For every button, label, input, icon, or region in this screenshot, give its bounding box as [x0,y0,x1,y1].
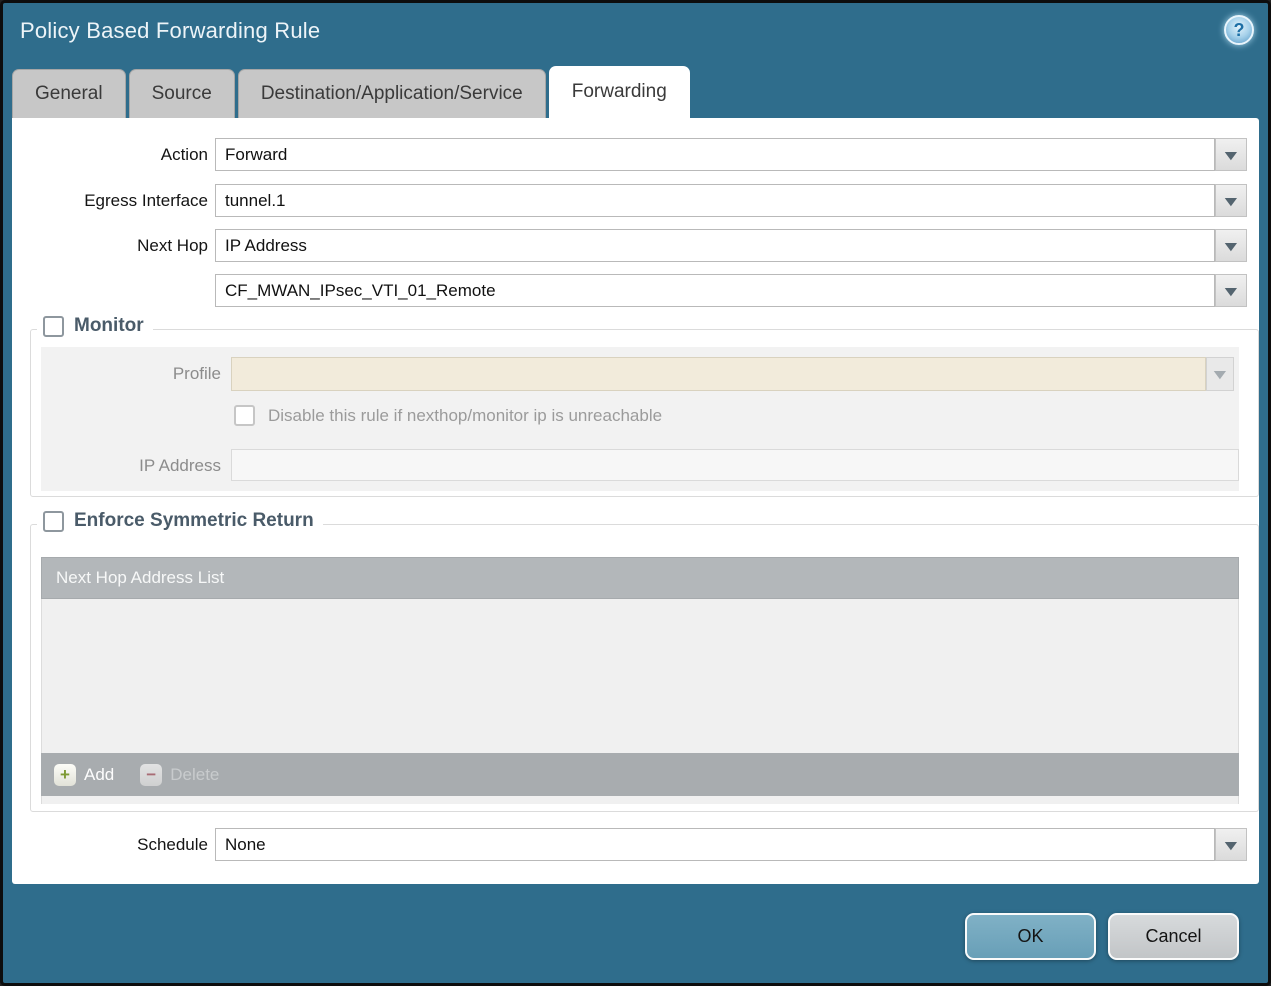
next-hop-address-dropdown[interactable]: CF_MWAN_IPsec_VTI_01_Remote [215,274,1215,307]
monitor-group: Monitor Profile ▼ Disable this rule if n… [30,315,1259,497]
ok-button[interactable]: OK [965,913,1096,960]
chevron-down-icon: ▼ [1220,237,1242,254]
minus-icon: − [140,763,163,786]
monitor-legend: Monitor [37,315,153,337]
egress-interface-label: Egress Interface [84,191,208,210]
next-hop-address-list-table: Next Hop Address List + Add − Delete [41,557,1239,804]
schedule-label: Schedule [137,835,208,854]
forwarding-tab-panel: Action Forward ▼ Egress Interface tunnel… [12,118,1259,884]
dialog-title: Policy Based Forwarding Rule [20,18,321,43]
disable-rule-checkbox[interactable] [234,405,255,426]
chevron-down-icon: ▼ [1220,836,1242,853]
chevron-down-icon: ▼ [1220,282,1242,299]
monitor-ip-address-label: IP Address [139,456,221,475]
cancel-button[interactable]: Cancel [1108,913,1239,960]
schedule-dropdown-button[interactable]: ▼ [1215,828,1247,861]
next-hop-label: Next Hop [137,236,208,255]
tab-destination-application-service[interactable]: Destination/Application/Service [237,69,546,118]
schedule-dropdown[interactable]: None [215,828,1215,861]
add-button[interactable]: + Add [54,763,115,786]
monitor-panel: Profile ▼ Disable this rule if nexthop/m… [41,347,1239,491]
delete-button-label: Delete [170,764,220,784]
egress-interface-dropdown-button[interactable]: ▼ [1215,184,1247,217]
disable-rule-row: Disable this rule if nexthop/monitor ip … [234,405,662,426]
profile-dropdown-button[interactable]: ▼ [1206,357,1234,391]
tab-general[interactable]: General [12,69,126,118]
tab-bar: General Source Destination/Application/S… [12,66,690,118]
pbf-rule-dialog: Policy Based Forwarding Rule ? General S… [0,0,1271,986]
chevron-down-icon: ▼ [1220,192,1242,209]
monitor-checkbox[interactable] [43,315,64,337]
enforce-symmetric-return-group: Enforce Symmetric Return Next Hop Addres… [30,510,1259,812]
action-dropdown-button[interactable]: ▼ [1215,138,1247,171]
tab-forwarding[interactable]: Forwarding [548,66,690,118]
delete-button[interactable]: − Delete [140,763,220,786]
profile-dropdown[interactable] [231,357,1206,391]
profile-label: Profile [172,364,221,383]
help-icon[interactable]: ? [1224,15,1254,45]
action-dropdown[interactable]: Forward [215,138,1215,171]
monitor-legend-label: Monitor [74,315,144,336]
next-hop-address-list-header: Next Hop Address List [41,557,1239,599]
enforce-symmetric-return-checkbox[interactable] [43,510,64,532]
egress-interface-dropdown[interactable]: tunnel.1 [215,184,1215,217]
chevron-down-icon: ▼ [1209,366,1231,382]
enforce-symmetric-return-legend: Enforce Symmetric Return [37,510,323,532]
add-button-label: Add [84,764,115,784]
monitor-ip-address-input[interactable] [231,449,1239,481]
tab-source[interactable]: Source [128,69,235,118]
next-hop-address-list-body[interactable] [41,599,1239,753]
table-bottom-strip [41,796,1239,804]
next-hop-address-dropdown-button[interactable]: ▼ [1215,274,1247,307]
action-label: Action [160,145,208,164]
enforce-symmetric-return-legend-label: Enforce Symmetric Return [74,510,314,531]
chevron-down-icon: ▼ [1220,146,1242,163]
next-hop-type-dropdown-button[interactable]: ▼ [1215,229,1247,262]
next-hop-address-list-toolbar: + Add − Delete [41,753,1239,796]
disable-rule-label: Disable this rule if nexthop/monitor ip … [268,405,663,425]
next-hop-type-dropdown[interactable]: IP Address [215,229,1215,262]
plus-icon: + [54,763,76,786]
